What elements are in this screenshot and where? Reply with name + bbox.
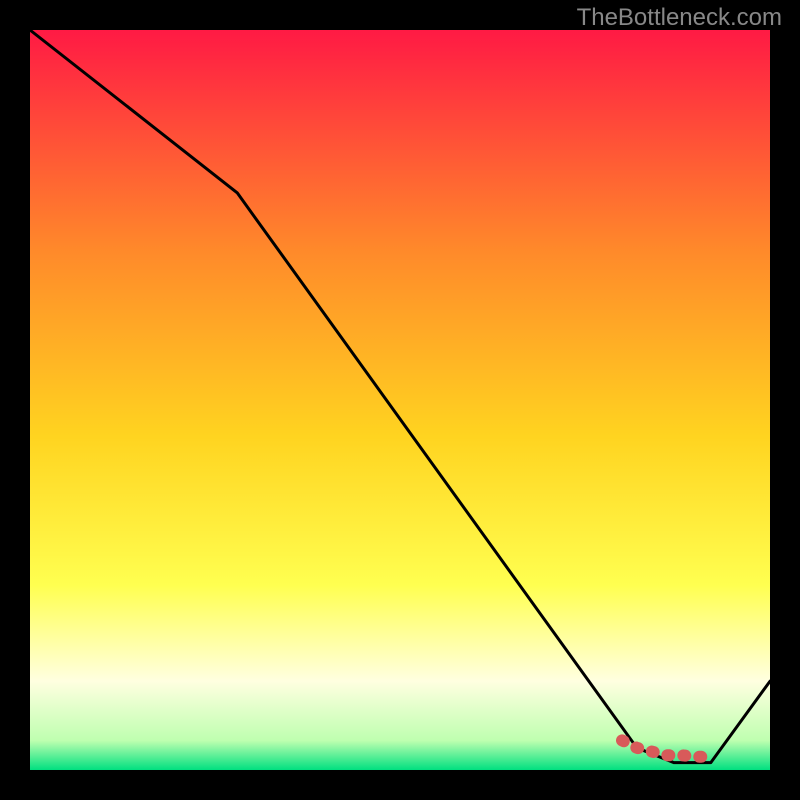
plot-area: [30, 30, 770, 770]
chart-svg: [0, 0, 800, 800]
chart-container: TheBottleneck.com: [0, 0, 800, 800]
